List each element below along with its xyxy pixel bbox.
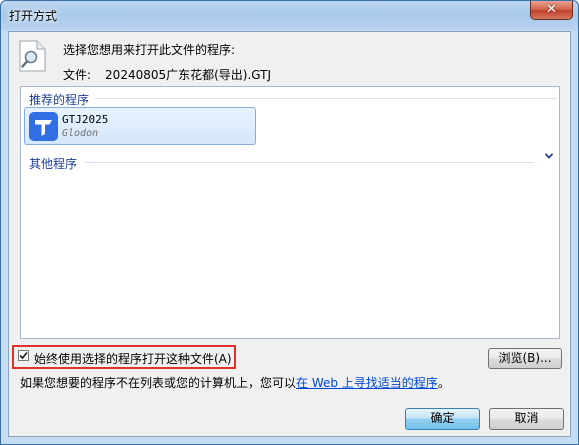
always-use-checkbox[interactable] [18, 350, 29, 361]
program-item-gtj2025[interactable]: GTJ2025 Glodon [24, 107, 256, 145]
close-button[interactable]: ✕ [530, 1, 573, 20]
file-search-icon [19, 40, 46, 72]
recommended-programs-header: 推荐的程序 [29, 93, 90, 107]
web-search-text: 如果您想要的程序不在列表或您的计算机上，您可以 [20, 376, 297, 390]
file-info: 文件: 20240805广东花都(导出).GTJ [63, 66, 271, 83]
window-title: 打开方式 [9, 9, 58, 23]
close-icon: ✕ [546, 2, 557, 17]
glodon-gtj-icon [29, 112, 58, 141]
recommended-divider [95, 98, 557, 99]
browse-button[interactable]: 浏览(B)... [488, 348, 562, 369]
file-label: 文件: [63, 68, 92, 82]
title-bar[interactable]: 打开方式 ✕ [1, 1, 578, 31]
web-search-link[interactable]: 在 Web 上寻找适当的程序 [296, 376, 438, 390]
program-name: GTJ2025 [62, 113, 109, 126]
always-use-highlight: 始终使用选择的程序打开这种文件(A) [12, 345, 236, 369]
chevron-down-icon[interactable] [544, 149, 554, 162]
always-use-label[interactable]: 始终使用选择的程序打开这种文件(A) [34, 350, 232, 367]
dialog-body: 选择您想用来打开此文件的程序: 文件: 20240805广东花都(导出).GTJ … [8, 31, 571, 437]
ok-button[interactable]: 确定 [405, 408, 480, 430]
checkmark-icon [19, 351, 28, 360]
prompt-text: 选择您想用来打开此文件的程序: [63, 43, 236, 57]
web-search-text-end: 。 [437, 376, 450, 390]
cancel-button[interactable]: 取消 [489, 408, 564, 430]
web-search-line: 如果您想要的程序不在列表或您的计算机上，您可以在 Web 上寻找适当的程序。 [20, 374, 450, 391]
other-programs-header[interactable]: 其他程序 [29, 155, 77, 172]
program-list[interactable]: 推荐的程序 GTJ2025 Glodon 其他程序 [20, 86, 560, 339]
open-with-dialog: 打开方式 ✕ 选择您想用来打开此文件的程序: 文件: 20240805广东花都(导… [0, 0, 579, 445]
other-divider [85, 162, 534, 163]
program-vendor: Glodon [62, 128, 99, 139]
file-name: 20240805广东花都(导出).GTJ [105, 68, 272, 82]
